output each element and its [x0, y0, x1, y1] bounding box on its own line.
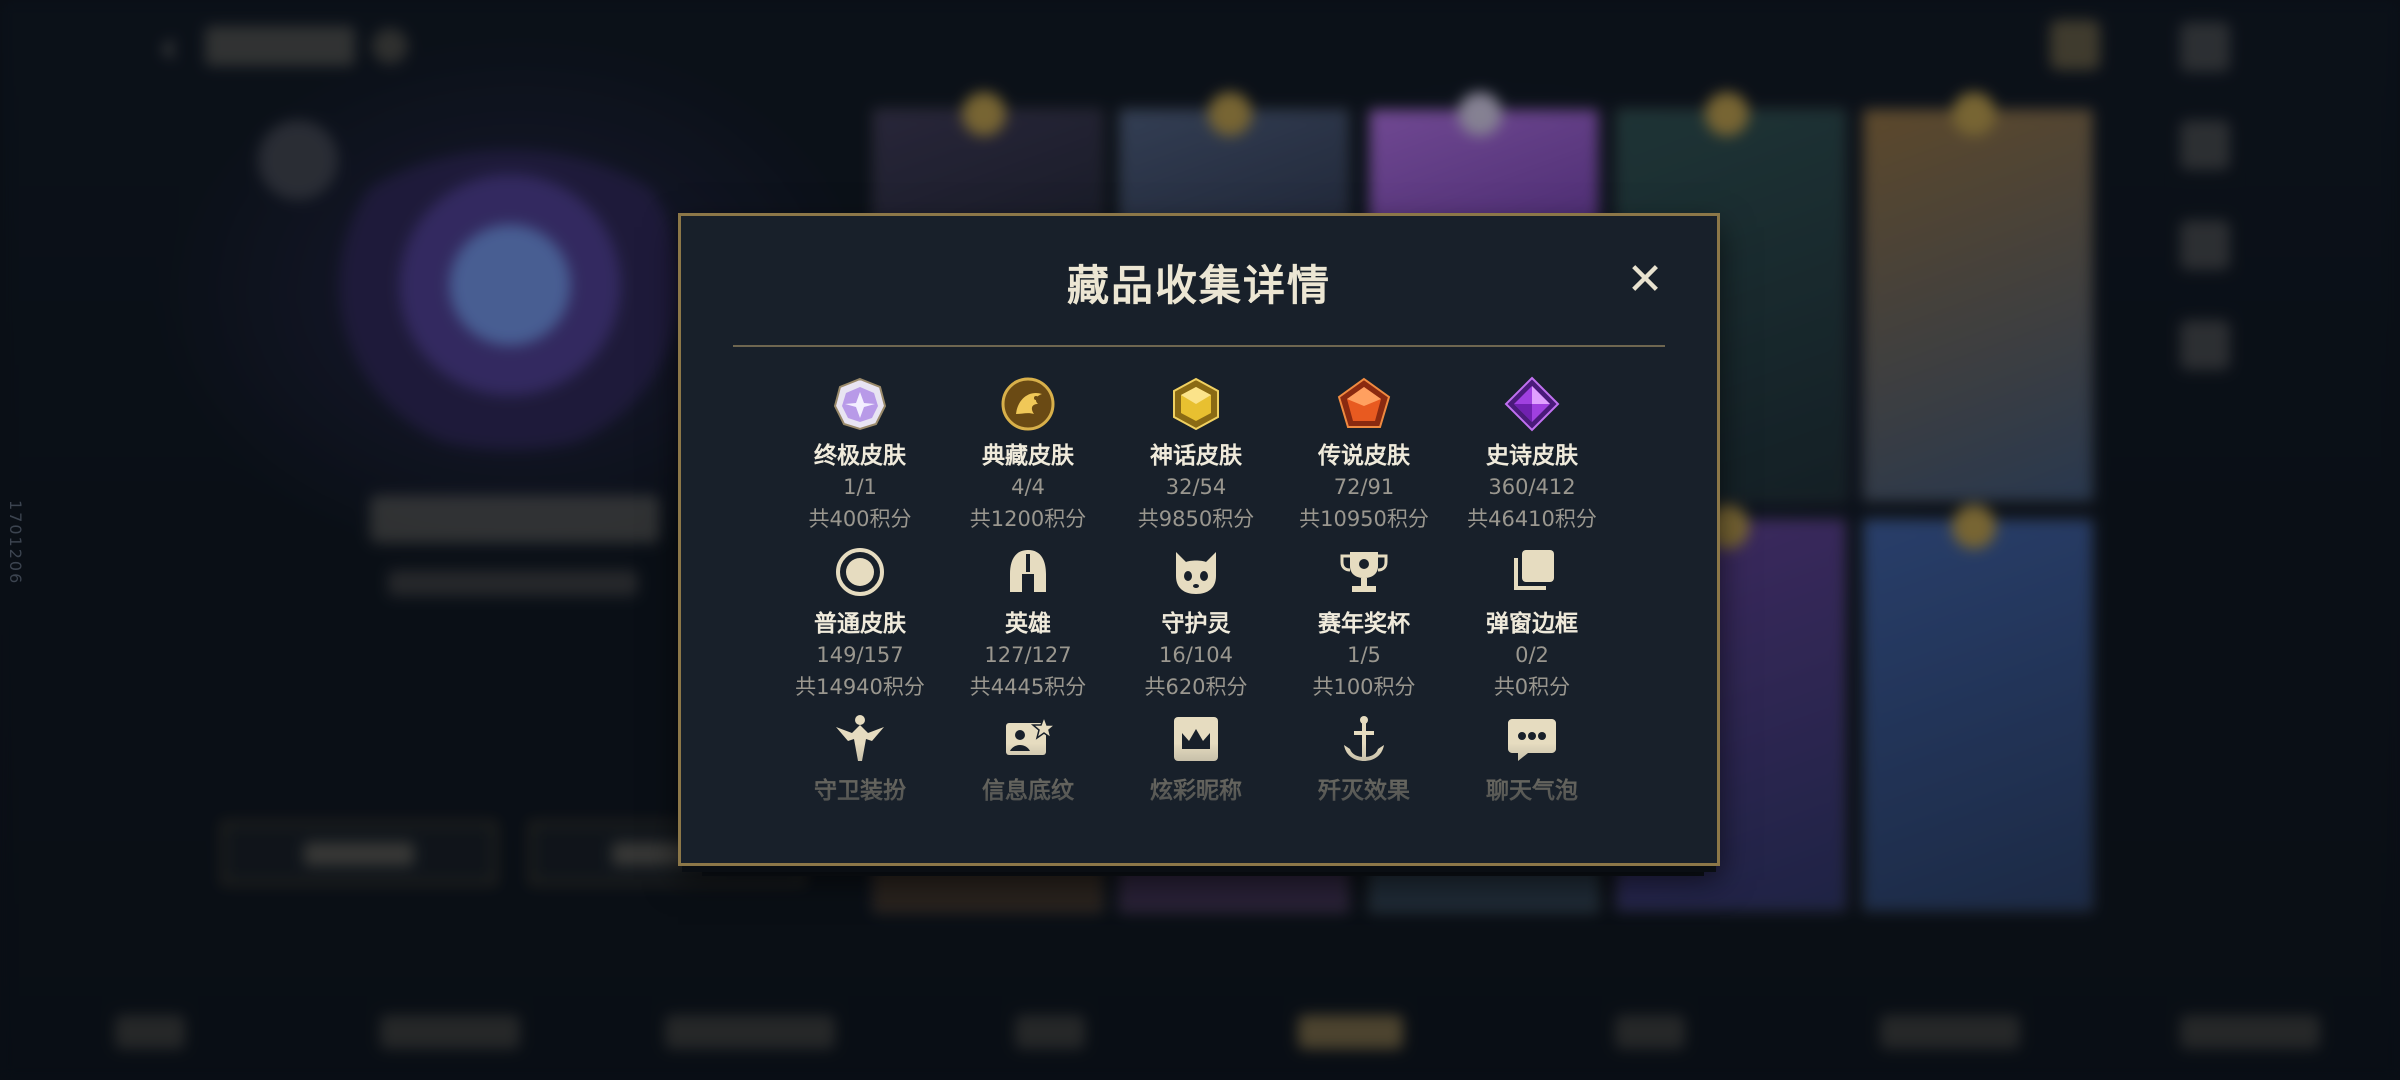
collection-item[interactable]: 歼灭效果: [1280, 711, 1448, 805]
item-label: 终极皮肤: [814, 443, 906, 469]
item-count: 127/127: [984, 643, 1072, 667]
popup-frame-icon: [1514, 550, 1554, 590]
ultimate-skin-icon: [833, 377, 887, 431]
chat-bubble-icon: [1508, 719, 1556, 761]
item-label: 聊天气泡: [1486, 778, 1578, 804]
item-label: 歼灭效果: [1318, 778, 1410, 804]
collection-item[interactable]: 聊天气泡: [1448, 711, 1616, 805]
season-trophy-icon: [1340, 552, 1388, 592]
item-count: 360/412: [1488, 475, 1576, 499]
item-count: 1/5: [1347, 643, 1381, 667]
collection-item[interactable]: 典藏皮肤 4/4 共1200积分: [944, 376, 1112, 533]
collection-item[interactable]: 传说皮肤 72/91 共10950积分: [1280, 376, 1448, 533]
item-count: 0/2: [1515, 643, 1549, 667]
item-points: 共620积分: [1144, 675, 1248, 699]
item-label: 弹窗边框: [1486, 611, 1578, 637]
item-points: 共100积分: [1312, 675, 1416, 699]
item-count: 1/1: [843, 475, 877, 499]
collection-item[interactable]: 英雄 127/127 共4445积分: [944, 544, 1112, 701]
collector-skin-icon: [1001, 377, 1055, 431]
collection-details-modal: 藏品收集详情 ✕ 终极皮肤 1/1 共400积分 典藏皮肤 4/4 共1200积…: [678, 213, 1720, 866]
item-points: 共4445积分: [969, 675, 1087, 699]
item-points: 共9850积分: [1137, 507, 1255, 531]
item-label: 赛年奖杯: [1318, 611, 1410, 637]
side-vertical-text: 1701206: [6, 500, 25, 586]
collection-item[interactable]: 信息底纹: [944, 711, 1112, 805]
item-label: 守护灵: [1161, 611, 1231, 637]
collection-item[interactable]: 终极皮肤 1/1 共400积分: [776, 376, 944, 533]
colorful-nickname-icon: [1174, 717, 1218, 761]
title-divider: [733, 345, 1665, 347]
item-points: 共1200积分: [969, 507, 1087, 531]
collection-item[interactable]: 炫彩昵称: [1112, 711, 1280, 805]
collection-item[interactable]: 神话皮肤 32/54 共9850积分: [1112, 376, 1280, 533]
item-label: 英雄: [1005, 611, 1051, 637]
item-label: 信息底纹: [982, 778, 1074, 804]
normal-skin-icon: [836, 548, 884, 596]
collection-item[interactable]: 史诗皮肤 360/412 共46410积分: [1448, 376, 1616, 533]
item-label: 炫彩昵称: [1150, 778, 1242, 804]
item-count: 72/91: [1333, 475, 1395, 499]
modal-base-shadow: [702, 866, 1704, 876]
item-points: 共46410积分: [1467, 507, 1597, 531]
item-label: 传说皮肤: [1318, 443, 1410, 469]
item-points: 共14940积分: [795, 675, 925, 699]
legendary-skin-icon: [1337, 377, 1391, 428]
annihilation-effect-icon: [1344, 716, 1384, 761]
item-points: 共400积分: [808, 507, 912, 531]
collection-item[interactable]: 弹窗边框 0/2 共0积分: [1448, 544, 1616, 701]
epic-skin-icon: [1504, 376, 1560, 432]
item-count: 149/157: [816, 643, 904, 667]
collection-item[interactable]: 守卫装扮: [776, 711, 944, 805]
item-label: 典藏皮肤: [982, 443, 1074, 469]
item-points: 共0积分: [1493, 675, 1571, 699]
close-icon[interactable]: ✕: [1623, 258, 1667, 302]
item-count: 32/54: [1165, 475, 1227, 499]
modal-title: 藏品收集详情: [1066, 261, 1331, 310]
item-count: 16/104: [1159, 643, 1233, 667]
guardian-spirit-icon: [1176, 552, 1216, 594]
item-label: 神话皮肤: [1150, 443, 1242, 469]
item-label: 守卫装扮: [814, 778, 906, 804]
mythic-skin-icon: [1173, 377, 1219, 431]
item-count: 4/4: [1011, 475, 1045, 499]
collection-item[interactable]: 普通皮肤 149/157 共14940积分: [776, 544, 944, 701]
item-points: 共10950积分: [1299, 507, 1429, 531]
guard-outfit-icon: [836, 715, 884, 761]
collection-item[interactable]: 守护灵 16/104 共620积分: [1112, 544, 1280, 701]
info-pattern-icon: [1006, 714, 1056, 755]
item-label: 普通皮肤: [814, 611, 906, 637]
champion-helmet-icon: [1010, 550, 1046, 592]
collection-item[interactable]: 赛年奖杯 1/5 共100积分: [1280, 544, 1448, 701]
item-label: 史诗皮肤: [1486, 443, 1578, 469]
